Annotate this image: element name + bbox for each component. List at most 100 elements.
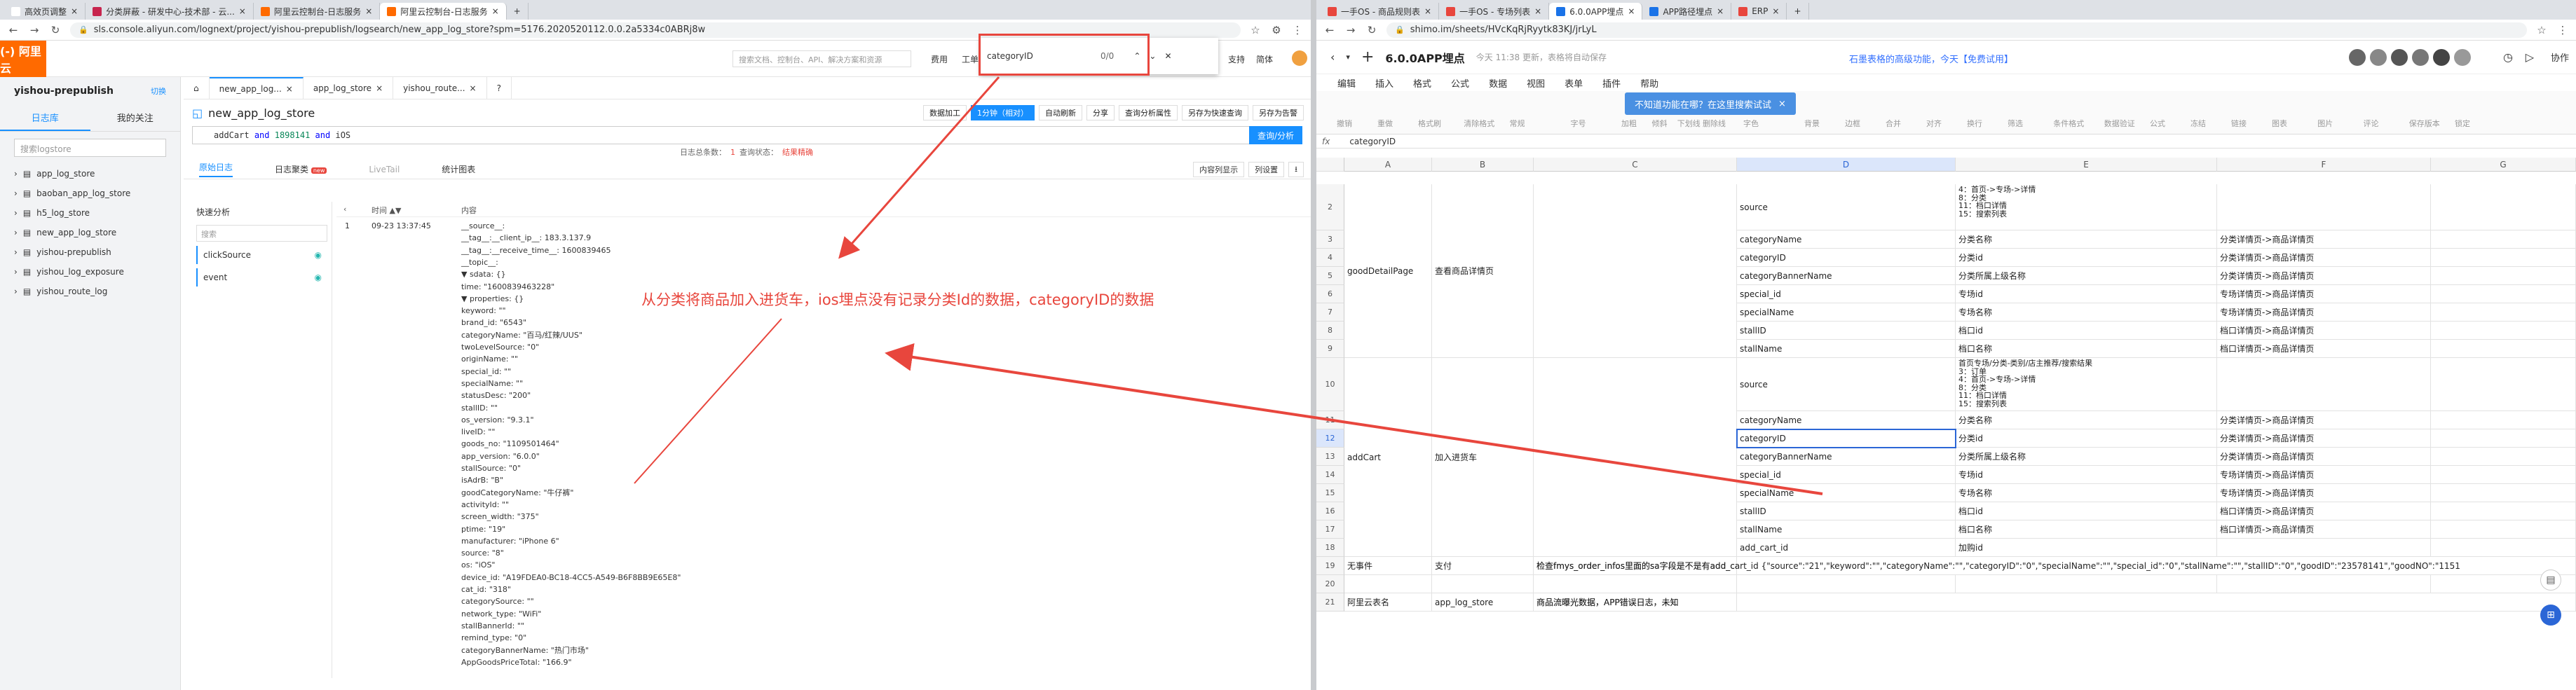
- menu-ticket[interactable]: 工单: [962, 53, 979, 65]
- sheet-cell[interactable]: 档口id: [1956, 502, 2217, 520]
- forward-icon[interactable]: →: [28, 24, 41, 36]
- row-header[interactable]: 12: [1316, 429, 1344, 448]
- sheet-cell[interactable]: [2431, 267, 2576, 285]
- sheet-cell[interactable]: [2217, 358, 2431, 411]
- sheet-cell[interactable]: stallID: [1737, 322, 1956, 340]
- close-icon[interactable]: ×: [470, 83, 477, 93]
- toolbar-button[interactable]: 链接: [2231, 118, 2247, 129]
- close-icon[interactable]: ×: [492, 6, 499, 16]
- row-header[interactable]: 9: [1316, 340, 1344, 358]
- sheet-cell[interactable]: 专场详情页->商品详情页: [2217, 285, 2431, 303]
- toolbar-button[interactable]: 重做: [1377, 118, 1393, 129]
- close-icon[interactable]: ×: [1772, 6, 1779, 16]
- browser-tab[interactable]: 分类屏蔽 - 研发中心-技术部 - 云... ×: [86, 3, 254, 20]
- chevron-right-icon[interactable]: ›: [14, 169, 18, 179]
- sheet-cell[interactable]: [2431, 411, 2576, 429]
- tab-new-app-log[interactable]: new_app_log... ×: [209, 76, 304, 99]
- row-header[interactable]: 2: [1316, 184, 1344, 230]
- menu-icon[interactable]: ⋮: [2556, 24, 2569, 36]
- column-header-b[interactable]: B: [1432, 158, 1534, 172]
- sheet-cell[interactable]: 专场详情页->商品详情页: [2217, 466, 2431, 484]
- row-header[interactable]: 14: [1316, 466, 1344, 484]
- close-icon[interactable]: ×: [71, 6, 78, 16]
- logstore-item[interactable]: › ▤ yishou_route_log: [0, 282, 180, 301]
- logstore-item[interactable]: › ▤ h5_log_store: [0, 203, 180, 223]
- feature-search-tooltip[interactable]: 不知道功能在哪？在这里搜索试试 ×: [1625, 92, 1796, 115]
- close-icon[interactable]: ×: [1628, 6, 1635, 16]
- toolbar-button[interactable]: 筛选: [2008, 118, 2023, 129]
- browser-tab[interactable]: 高效页调整 ×: [4, 3, 86, 20]
- row-header[interactable]: 10: [1316, 358, 1344, 411]
- sheet-cell[interactable]: [2431, 484, 2576, 502]
- sheet-cell[interactable]: 加购id: [1956, 539, 2217, 557]
- toolbar-button[interactable]: 倾斜: [1652, 118, 1668, 129]
- logstore-search-input[interactable]: 搜索logstore: [14, 139, 166, 157]
- avatar[interactable]: [2412, 49, 2429, 66]
- sheet-cell[interactable]: [2431, 285, 2576, 303]
- sheet-cell[interactable]: source: [1737, 358, 1956, 411]
- sheet-cell[interactable]: special_id: [1737, 285, 1956, 303]
- new-tab-icon[interactable]: +: [507, 3, 529, 20]
- toolbar-button[interactable]: 撤销: [1337, 118, 1352, 129]
- sheet-cell[interactable]: categoryID: [1737, 429, 1956, 448]
- sheet-cell[interactable]: source: [1737, 184, 1956, 230]
- data-process-toggle[interactable]: 数据加工: [923, 105, 967, 120]
- merged-cell[interactable]: 查看商品详情页: [1432, 184, 1534, 358]
- sheet-cell[interactable]: [2431, 184, 2576, 230]
- field-event[interactable]: event ◉: [196, 268, 327, 287]
- star-icon[interactable]: ☆: [1249, 24, 1262, 36]
- avatar[interactable]: [2370, 49, 2387, 66]
- sheet-cell[interactable]: categoryBannerName: [1737, 267, 1956, 285]
- logstore-item[interactable]: › ▤ baoban_app_log_store: [0, 184, 180, 203]
- browser-tab[interactable]: 6.0.0APP埋点 ×: [1549, 3, 1643, 20]
- row-header[interactable]: 13: [1316, 448, 1344, 466]
- sheet-cell[interactable]: 档口名称: [1956, 520, 2217, 539]
- menu-lang[interactable]: 简体: [1256, 53, 1273, 65]
- row-header[interactable]: 5: [1316, 267, 1344, 285]
- toolbar-button[interactable]: 清除格式: [1464, 118, 1494, 129]
- toolbar-button[interactable]: 保存版本: [2409, 118, 2440, 129]
- column-header-c[interactable]: C: [1534, 158, 1737, 172]
- row-header[interactable]: 11: [1316, 411, 1344, 429]
- chevron-right-icon[interactable]: ›: [14, 208, 18, 218]
- left-url-field[interactable]: 🔒 sls.console.aliyun.com/lognext/project/…: [70, 22, 1241, 38]
- sheet-cell[interactable]: 分类id: [1956, 249, 2217, 267]
- search-analyze-button[interactable]: 查询/分析: [1248, 126, 1302, 144]
- sheet-cell[interactable]: 分类详情页->商品详情页: [2217, 411, 2431, 429]
- sheet-cell[interactable]: 档口详情页->商品详情页: [2217, 502, 2431, 520]
- tab-favorites[interactable]: 我的关注: [90, 105, 181, 131]
- find-close-icon[interactable]: ✕: [1164, 51, 1171, 61]
- sheet-cell[interactable]: stallName: [1737, 520, 1956, 539]
- column-header-a[interactable]: A: [1344, 158, 1432, 172]
- sheet-cell[interactable]: 分类详情页->商品详情页: [2217, 267, 2431, 285]
- help-icon[interactable]: ?: [487, 76, 512, 99]
- field-clicksource[interactable]: clickSource ◉: [196, 246, 327, 264]
- sheet-cell[interactable]: [2431, 230, 2576, 249]
- row-header[interactable]: 18: [1316, 539, 1344, 557]
- toolbar-button[interactable]: 冻结: [2190, 118, 2206, 129]
- row-header[interactable]: 7: [1316, 303, 1344, 322]
- save-quick-query-button[interactable]: 另存为快速查询: [1182, 105, 1248, 120]
- sheet-cell[interactable]: 专场详情页->商品详情页: [2217, 303, 2431, 322]
- logstore-item[interactable]: › ▤ yishou-prepublish: [0, 242, 180, 262]
- time-range-button[interactable]: 1分钟（相对）: [971, 105, 1035, 120]
- toolbar-button[interactable]: 下划线: [1677, 118, 1701, 129]
- switch-project-link[interactable]: 切换: [151, 85, 166, 97]
- sheet-cell[interactable]: [2431, 322, 2576, 340]
- collaborator-avatars[interactable]: [2349, 49, 2471, 66]
- sheet-cell[interactable]: [1432, 575, 1534, 593]
- menu-support[interactable]: 支持: [1228, 53, 1245, 65]
- sheet-cell[interactable]: [2431, 466, 2576, 484]
- toolbar-button[interactable]: 锁定: [2455, 118, 2470, 129]
- sheet-cell[interactable]: 专场名称: [1956, 484, 2217, 502]
- sheet-cell[interactable]: specialName: [1737, 303, 1956, 322]
- sheet-cell[interactable]: 档口详情页->商品详情页: [2217, 322, 2431, 340]
- sheet-cell[interactable]: [2217, 575, 2431, 593]
- menu-icon[interactable]: ⋮: [1291, 24, 1304, 36]
- row-header[interactable]: 21: [1316, 593, 1344, 612]
- toolbar-button[interactable]: 对齐: [1926, 118, 1942, 129]
- toolbar-button[interactable]: 字色: [1743, 118, 1759, 129]
- chevron-right-icon[interactable]: ›: [14, 188, 18, 198]
- share-button[interactable]: 分享: [1086, 105, 1115, 120]
- browser-tab[interactable]: 一手OS - 专场列表 ×: [1439, 3, 1550, 20]
